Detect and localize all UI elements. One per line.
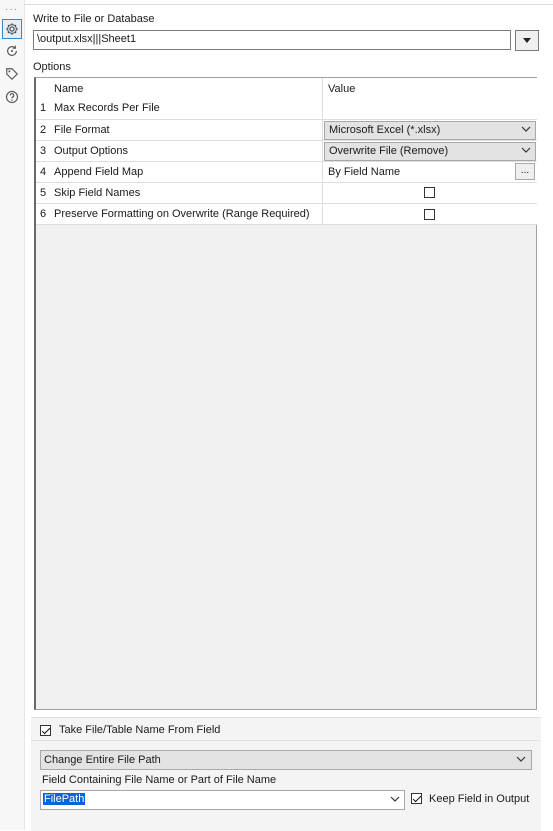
file-format-value: Microsoft Excel (*.xlsx) xyxy=(329,124,441,136)
output-path-text: \output.xlsx|||Sheet1 xyxy=(37,33,137,45)
file-name-mode-select[interactable]: Change Entire File Path xyxy=(40,750,532,770)
keep-field-label: Keep Field in Output xyxy=(429,793,530,805)
column-header-name: Name xyxy=(54,83,84,95)
output-options-value: Overwrite File (Remove) xyxy=(329,145,449,157)
configuration-panel: Write to File or Database \output.xlsx||… xyxy=(24,0,553,831)
take-file-name-label: Take File/Table Name From Field xyxy=(59,724,221,736)
output-options-select[interactable]: Overwrite File (Remove) xyxy=(324,142,536,161)
option-name-append-field-map: Append Field Map xyxy=(54,166,144,178)
field-containing-label: Field Containing File Name or Part of Fi… xyxy=(42,774,277,786)
configuration-tab[interactable] xyxy=(2,19,22,39)
refresh-icon xyxy=(7,45,17,56)
table-row: 3 Output Options Overwrite File (Remove) xyxy=(36,141,537,162)
options-grid: Name Value 1 Max Records Per File 2 File… xyxy=(34,77,537,710)
panel-top-divider xyxy=(24,4,553,5)
option-name-preserve-formatting: Preserve Formatting on Overwrite (Range … xyxy=(54,208,310,220)
option-name-max-records: Max Records Per File xyxy=(54,102,160,114)
option-name-skip-field-names: Skip Field Names xyxy=(54,187,141,199)
chevron-down-icon xyxy=(521,124,531,137)
chevron-down-icon xyxy=(390,794,400,807)
file-name-options-section: Take File/Table Name From Field Change E… xyxy=(31,717,541,831)
table-row: 2 File Format Microsoft Excel (*.xlsx) xyxy=(36,120,537,141)
chevron-down-icon xyxy=(516,754,526,767)
table-row: 4 Append Field Map By Field Name ... xyxy=(36,162,537,183)
append-field-map-browse-button[interactable]: ... xyxy=(515,163,535,180)
file-format-select[interactable]: Microsoft Excel (*.xlsx) xyxy=(324,121,536,140)
skip-field-names-checkbox[interactable] xyxy=(424,187,435,198)
skip-field-names-cell xyxy=(323,183,537,203)
help-icon xyxy=(5,90,19,104)
chevron-down-icon xyxy=(521,145,531,158)
preserve-formatting-cell xyxy=(323,204,537,224)
file-name-field-select[interactable]: FilePath xyxy=(40,790,405,810)
append-field-map-value: By Field Name xyxy=(328,166,401,178)
dropdown-arrow-icon xyxy=(523,38,531,43)
output-path-dropdown-button[interactable] xyxy=(515,30,539,51)
section-divider xyxy=(31,740,539,741)
option-name-file-format: File Format xyxy=(54,124,110,136)
file-name-field-value: FilePath xyxy=(43,793,86,805)
keep-field-checkbox[interactable] xyxy=(411,793,422,804)
tag-icon xyxy=(6,68,19,81)
max-records-input[interactable] xyxy=(323,78,537,119)
row-number: 4 xyxy=(40,166,47,178)
table-row: 5 Skip Field Names xyxy=(36,183,537,204)
option-name-output-options: Output Options xyxy=(54,145,128,157)
grid-header-row: Name Value 1 Max Records Per File xyxy=(36,78,537,120)
preserve-formatting-checkbox[interactable] xyxy=(424,209,435,220)
row-number: 1 xyxy=(40,102,47,114)
file-name-mode-value: Change Entire File Path xyxy=(44,754,161,766)
row-number: 2 xyxy=(40,124,47,136)
gear-icon xyxy=(6,23,18,35)
options-label: Options xyxy=(33,61,71,73)
table-row: 6 Preserve Formatting on Overwrite (Rang… xyxy=(36,204,537,225)
write-to-label: Write to File or Database xyxy=(33,13,155,25)
append-field-map-cell: By Field Name ... xyxy=(323,162,537,182)
row-number: 3 xyxy=(40,145,47,157)
annotation-tab[interactable] xyxy=(2,64,22,84)
file-format-cell: Microsoft Excel (*.xlsx) xyxy=(323,120,537,140)
row-number: 6 xyxy=(40,208,47,220)
row-number: 5 xyxy=(40,187,47,199)
help-tab[interactable] xyxy=(2,87,22,107)
output-path-input[interactable]: \output.xlsx|||Sheet1 xyxy=(33,30,511,50)
layout-tab[interactable] xyxy=(2,41,22,61)
tool-icon-rail: ··· xyxy=(0,0,25,830)
take-file-name-checkbox[interactable] xyxy=(40,725,51,736)
rail-more-dots[interactable]: ··· xyxy=(5,4,18,15)
output-options-cell: Overwrite File (Remove) xyxy=(323,141,537,161)
